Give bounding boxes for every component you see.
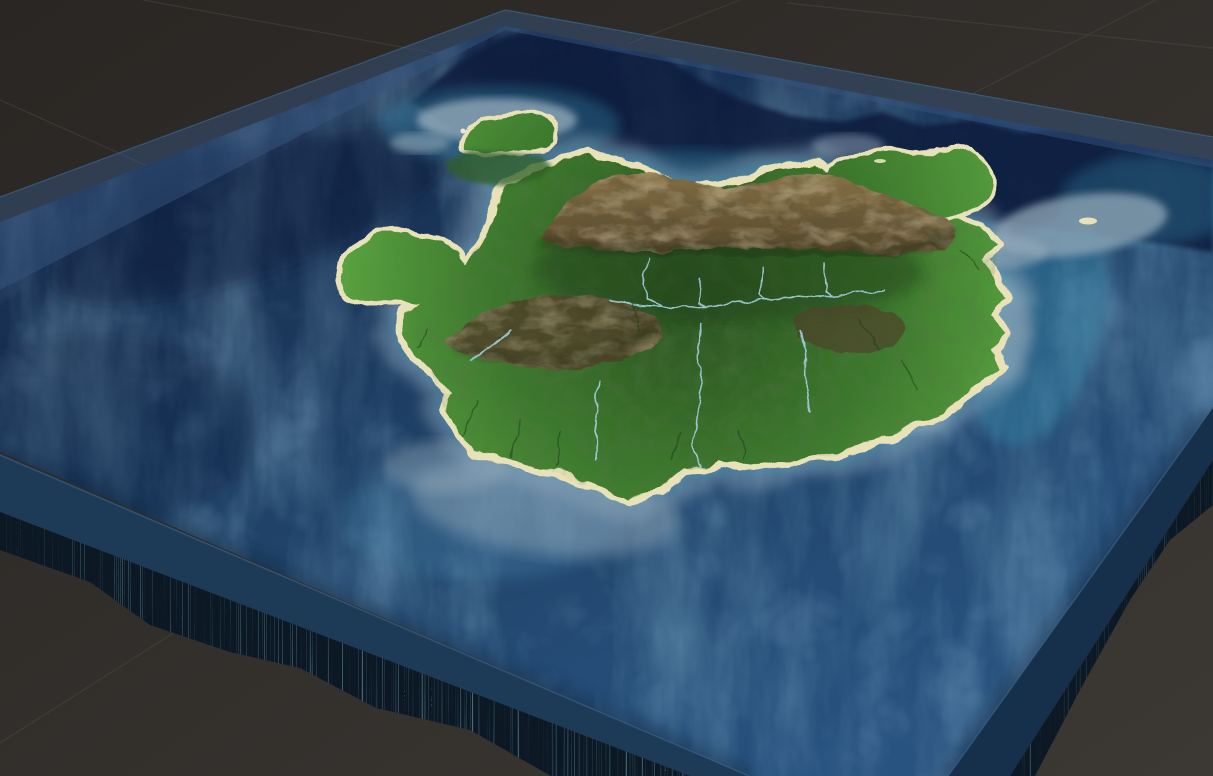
sand-cay	[874, 159, 886, 163]
white-rock-islet	[460, 128, 466, 134]
sand-cay	[1079, 217, 1097, 225]
3d-viewport[interactable]	[0, 0, 1213, 776]
lagoon-northwest-small	[390, 133, 450, 153]
